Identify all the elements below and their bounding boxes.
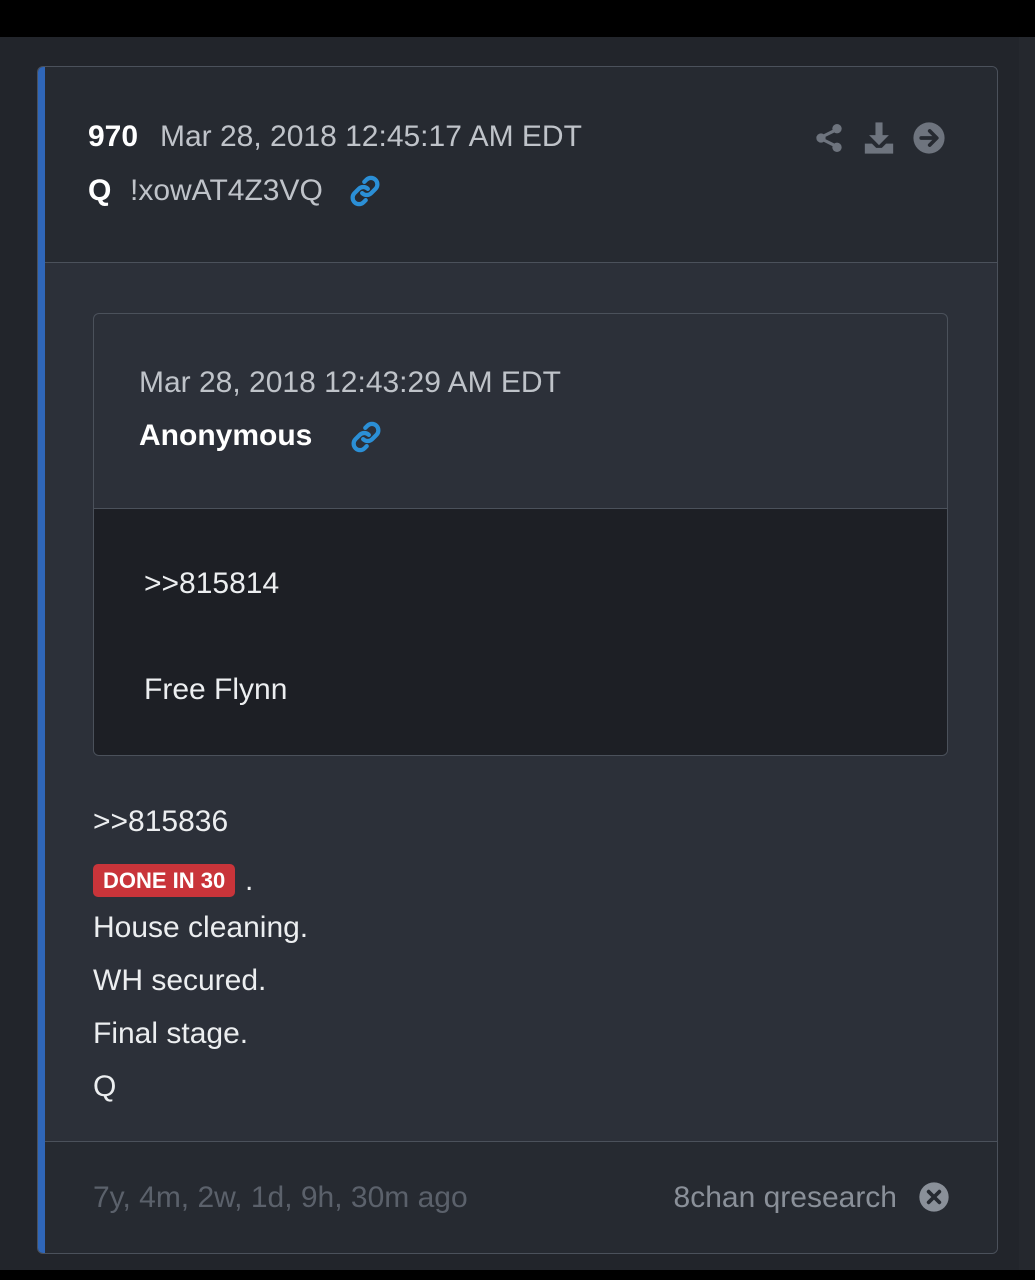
page-edge	[1019, 37, 1035, 1270]
post-age: 7y, 4m, 2w, 1d, 9h, 30m ago	[93, 1181, 468, 1214]
quoted-post-body: >>815814 Free Flynn	[94, 509, 947, 755]
highlight-badge: DONE IN 30	[93, 864, 236, 897]
quoted-post-author: Anonymous	[139, 419, 313, 452]
download-icon[interactable]	[862, 121, 896, 155]
post-author: Q	[88, 174, 112, 207]
post-source: 8chan qresearch	[673, 1181, 897, 1214]
link-icon[interactable]	[349, 420, 383, 454]
quoted-reply-link[interactable]: >>815814	[144, 567, 279, 601]
post-tripcode: !xowAT4Z3VQ	[130, 174, 323, 207]
top-bar	[0, 0, 1035, 37]
quoted-post-header: Mar 28, 2018 12:43:29 AM EDT Anonymous	[94, 314, 947, 509]
post-date: Mar 28, 2018 12:45:17 AM EDT	[160, 120, 582, 153]
post-number[interactable]: 970	[88, 120, 138, 154]
post-accent-bar	[38, 67, 45, 1253]
reply-link[interactable]: >>815836	[93, 805, 228, 839]
close-circle-icon[interactable]	[918, 1181, 950, 1213]
post-footer: 7y, 4m, 2w, 1d, 9h, 30m ago 8chan qresea…	[45, 1141, 997, 1253]
badge-suffix: .	[245, 864, 254, 897]
bottom-bar	[0, 1270, 1035, 1280]
post-text-line: House cleaning.	[93, 911, 309, 944]
quoted-post: Mar 28, 2018 12:43:29 AM EDT Anonymous >…	[93, 313, 948, 756]
post-header: 970 Mar 28, 2018 12:45:17 AM EDT Q !xowA…	[45, 67, 997, 263]
post-text-line: WH secured.	[93, 964, 267, 997]
post-text-line: Final stage.	[93, 1017, 249, 1050]
quoted-post-text: Free Flynn	[144, 673, 288, 706]
share-icon[interactable]	[813, 121, 845, 155]
link-icon[interactable]	[348, 174, 382, 208]
post-card: 970 Mar 28, 2018 12:45:17 AM EDT Q !xowA…	[37, 66, 998, 1254]
post-signature: Q	[93, 1070, 117, 1103]
quoted-post-date: Mar 28, 2018 12:43:29 AM EDT	[139, 366, 561, 399]
arrow-right-circle-icon[interactable]	[912, 121, 946, 155]
